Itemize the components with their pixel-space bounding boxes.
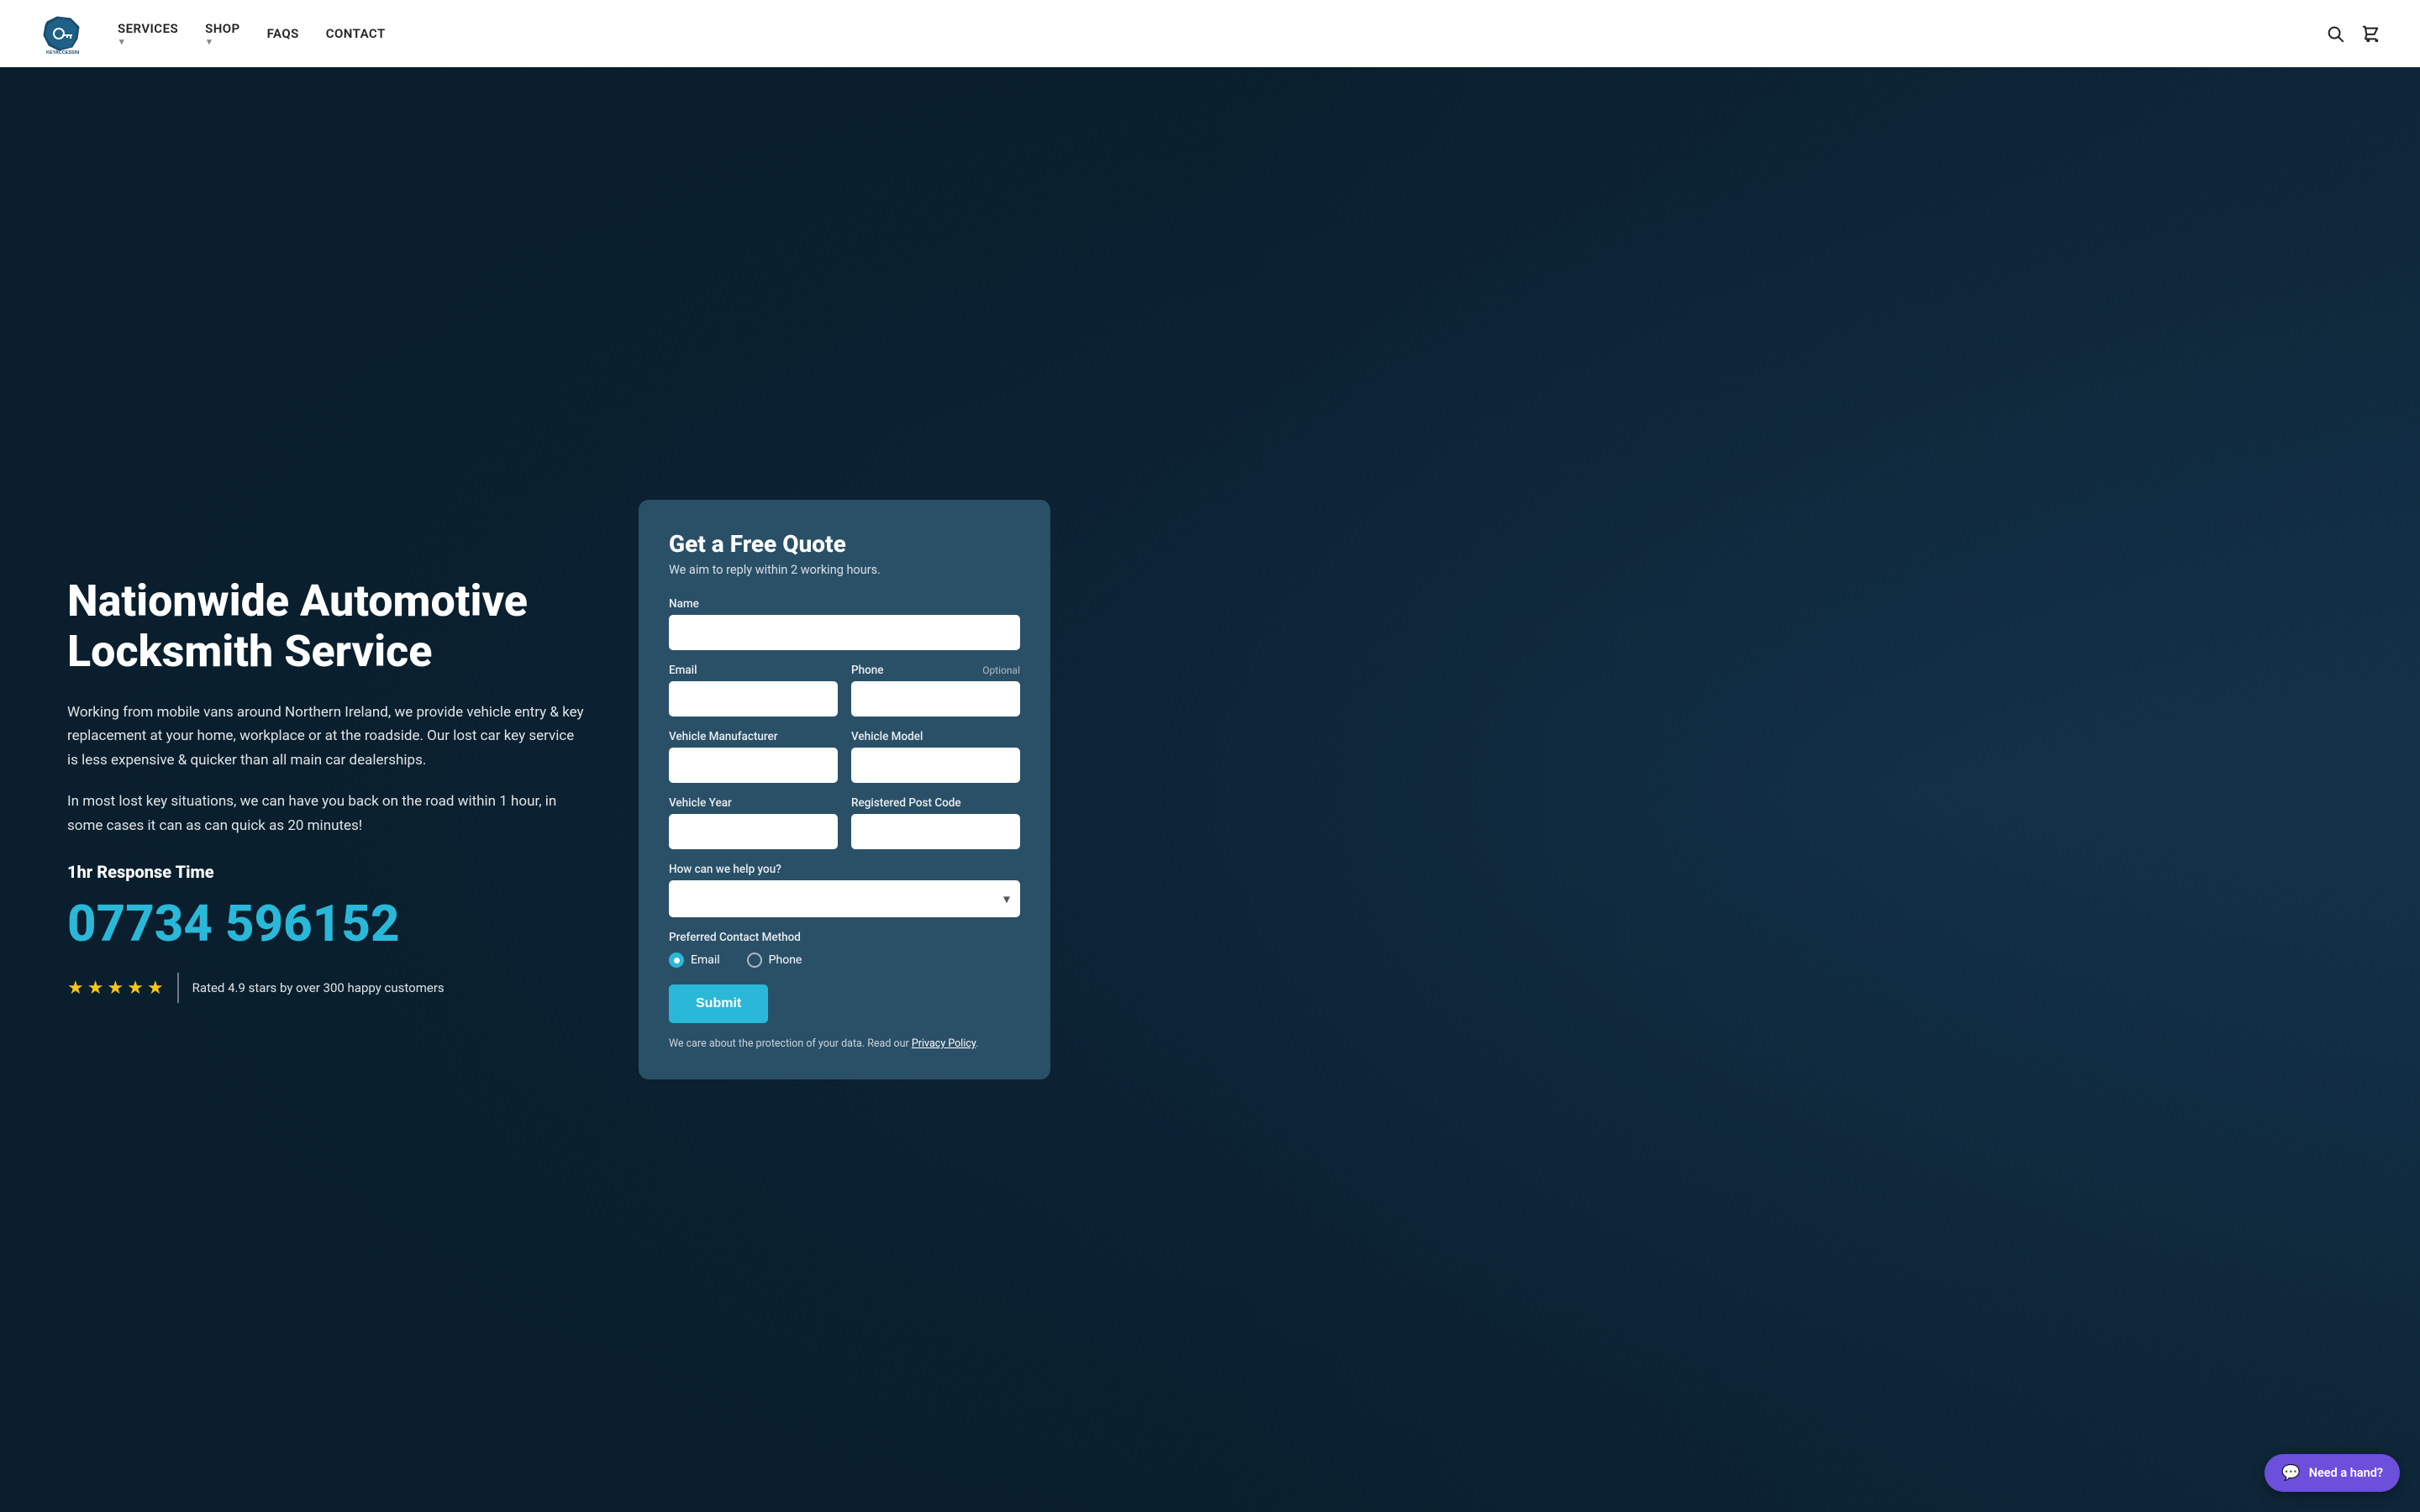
response-time: 1hr Response Time — [67, 862, 588, 882]
star-rating: ★ ★ ★ ★ ★ — [67, 978, 164, 999]
rating-divider — [177, 973, 179, 1003]
postcode-group: Registered Post Code — [851, 796, 1020, 849]
year-postcode-row: Vehicle Year Registered Post Code — [669, 796, 1020, 849]
email-input[interactable] — [669, 681, 838, 717]
star-3: ★ — [107, 978, 124, 999]
name-label: Name — [669, 597, 1020, 611]
email-label: Email — [669, 664, 838, 677]
vehicle-make-model-row: Vehicle Manufacturer Vehicle Model — [669, 730, 1020, 783]
quote-card: Get a Free Quote We aim to reply within … — [639, 500, 1050, 1079]
rating-text: Rated 4.9 stars by over 300 happy custom… — [192, 980, 445, 995]
rating-row: ★ ★ ★ ★ ★ Rated 4.9 stars by over 300 ha… — [67, 973, 588, 1003]
quote-title: Get a Free Quote — [669, 530, 1020, 558]
email-field-group: Email — [669, 664, 838, 717]
nav-links: SERVICES ▾ SHOP ▾ FAQS CONTACT — [118, 21, 386, 47]
contact-method-section: Preferred Contact Method Email Phone — [669, 931, 1020, 968]
help-field-group: How can we help you? Lost Car Key Spare … — [669, 863, 1020, 917]
quote-subtitle: We aim to reply within 2 working hours. — [669, 563, 1020, 577]
radio-phone-label: Phone — [769, 953, 802, 967]
radio-email[interactable]: Email — [669, 953, 720, 968]
help-label: How can we help you? — [669, 863, 1020, 876]
vehicle-year-group: Vehicle Year — [669, 796, 838, 849]
svg-text:KEYACCESSNI: KEYACCESSNI — [46, 50, 80, 55]
vehicle-model-input[interactable] — [851, 748, 1020, 783]
postcode-input[interactable] — [851, 814, 1020, 849]
search-icon — [2326, 24, 2344, 43]
help-select[interactable]: Lost Car Key Spare Key Key Fob Repair Va… — [669, 880, 1020, 917]
submit-button[interactable]: Submit — [669, 984, 768, 1023]
hero-left: Nationwide Automotive Locksmith Service … — [67, 576, 588, 1003]
radio-phone-btn[interactable] — [747, 953, 762, 968]
nav-left: KEYACCESSNI SERVICES ▾ SHOP ▾ FAQS CONTA… — [40, 12, 386, 55]
nav-item-services[interactable]: SERVICES ▾ — [118, 21, 178, 47]
star-1: ★ — [67, 978, 84, 999]
star-4: ★ — [127, 978, 144, 999]
search-button[interactable] — [2326, 24, 2344, 43]
logo-icon: KEYACCESSNI — [40, 12, 84, 55]
quote-form-container: Get a Free Quote We aim to reply within … — [639, 500, 1050, 1079]
hero-content: Nationwide Automotive Locksmith Service … — [0, 67, 2420, 1512]
cart-icon — [2361, 24, 2380, 43]
star-2: ★ — [87, 978, 104, 999]
phone-field-group: Phone Optional — [851, 664, 1020, 717]
nav-right — [2326, 24, 2380, 43]
nav-item-faqs[interactable]: FAQS — [267, 26, 299, 41]
help-select-wrap: Lost Car Key Spare Key Key Fob Repair Va… — [669, 880, 1020, 917]
vehicle-model-label: Vehicle Model — [851, 730, 1020, 743]
chat-icon: 💬 — [2281, 1464, 2300, 1482]
vehicle-manufacturer-group: Vehicle Manufacturer — [669, 730, 838, 783]
optional-tag: Optional — [982, 664, 1020, 676]
star-5: ★ — [147, 978, 164, 999]
contact-method-radio-group: Email Phone — [669, 953, 1020, 968]
logo[interactable]: KEYACCESSNI — [40, 12, 84, 55]
name-field-group: Name — [669, 597, 1020, 650]
hero-description-1: Working from mobile vans around Northern… — [67, 701, 588, 774]
radio-email-label: Email — [691, 953, 720, 967]
vehicle-manufacturer-input[interactable] — [669, 748, 838, 783]
privacy-text: We care about the protection of your dat… — [669, 1037, 1020, 1053]
chat-bubble[interactable]: 💬 Need a hand? — [2265, 1454, 2400, 1492]
vehicle-year-label: Vehicle Year — [669, 796, 838, 810]
hero-description-2: In most lost key situations, we can have… — [67, 790, 588, 838]
postcode-label: Registered Post Code — [851, 796, 1020, 810]
nav-item-shop[interactable]: SHOP ▾ — [205, 21, 240, 47]
vehicle-model-group: Vehicle Model — [851, 730, 1020, 783]
chat-label: Need a hand? — [2309, 1466, 2383, 1480]
radio-phone[interactable]: Phone — [747, 953, 802, 968]
hero-title: Nationwide Automotive Locksmith Service — [67, 576, 588, 677]
cart-button[interactable] — [2361, 24, 2380, 43]
name-input[interactable] — [669, 615, 1020, 650]
navbar: KEYACCESSNI SERVICES ▾ SHOP ▾ FAQS CONTA… — [0, 0, 2420, 67]
phone-input[interactable] — [851, 681, 1020, 717]
radio-email-btn[interactable] — [669, 953, 684, 968]
privacy-period: . — [976, 1037, 978, 1050]
email-phone-row: Email Phone Optional — [669, 664, 1020, 717]
privacy-prefix: We care about the protection of your dat… — [669, 1037, 909, 1050]
contact-method-label: Preferred Contact Method — [669, 931, 1020, 944]
vehicle-year-input[interactable] — [669, 814, 838, 849]
vehicle-manufacturer-label: Vehicle Manufacturer — [669, 730, 838, 743]
phone-number[interactable]: 07734 596152 — [67, 899, 588, 949]
hero-section: Nationwide Automotive Locksmith Service … — [0, 67, 2420, 1512]
phone-label: Phone Optional — [851, 664, 1020, 677]
privacy-policy-link[interactable]: Privacy Policy — [912, 1037, 976, 1050]
nav-item-contact[interactable]: CONTACT — [326, 26, 386, 41]
